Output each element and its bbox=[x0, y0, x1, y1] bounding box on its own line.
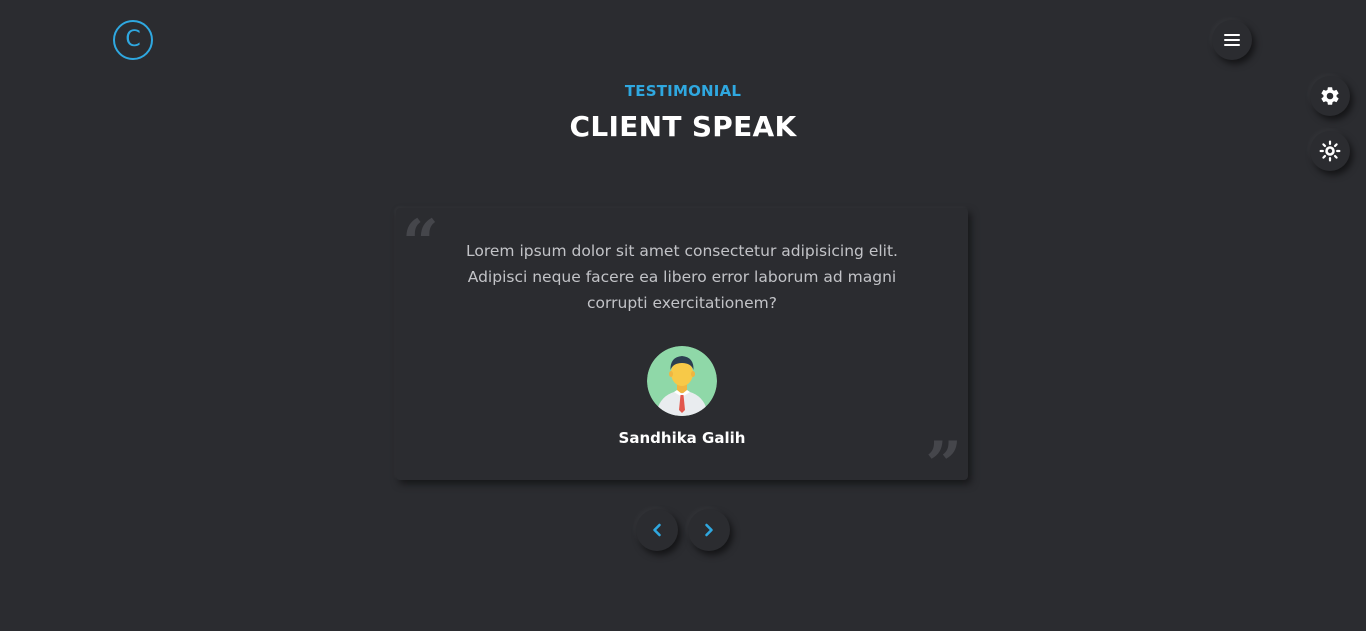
chevron-right-icon bbox=[705, 523, 713, 537]
section-label: TESTIMONIAL bbox=[624, 82, 742, 100]
testimonial-card: “ Lorem ipsum dolor sit amet consectetur… bbox=[396, 206, 968, 498]
section-title: CLIENT SPEAK bbox=[569, 110, 797, 143]
logo-letter: C bbox=[125, 27, 141, 52]
chevron-left-icon bbox=[653, 523, 661, 537]
client-avatar bbox=[647, 346, 717, 416]
testimonial-text: Lorem ipsum dolor sit amet consectetur a… bbox=[466, 242, 898, 312]
page: C TESTIMONIAL CLIENT SPEAK “ Lorem ipsum… bbox=[0, 0, 1366, 631]
client-name: Sandhika Galih bbox=[618, 429, 746, 447]
hamburger-menu-icon bbox=[1224, 31, 1240, 49]
open-quote-icon: “ bbox=[402, 206, 439, 281]
person-avatar-icon bbox=[647, 346, 717, 416]
next-button[interactable] bbox=[688, 509, 730, 551]
previous-button[interactable] bbox=[636, 509, 678, 551]
menu-button[interactable] bbox=[1212, 20, 1252, 60]
logo[interactable]: C bbox=[113, 20, 153, 60]
sun-icon bbox=[1319, 140, 1341, 162]
close-quote-icon: ” bbox=[925, 428, 962, 503]
